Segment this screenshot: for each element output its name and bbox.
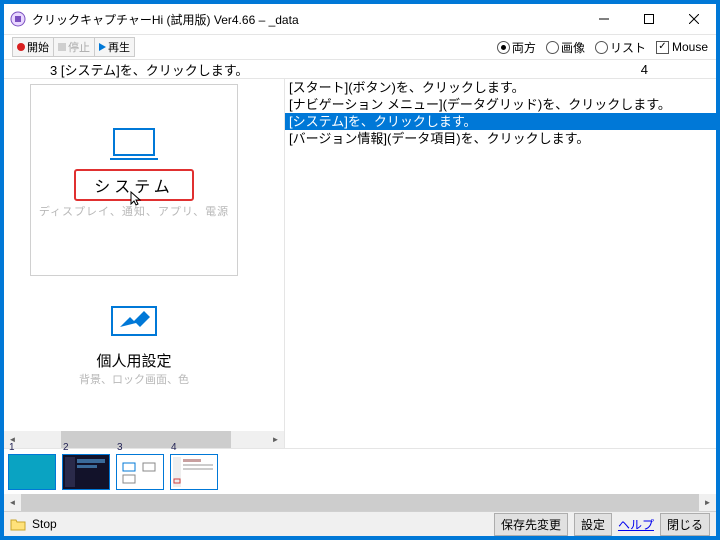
tile-title: 個人用設定 bbox=[20, 350, 248, 371]
thumbnail[interactable]: 1 bbox=[8, 454, 56, 490]
maximize-button[interactable] bbox=[626, 4, 671, 34]
body: システム ディスプレイ、通知、アプリ、電源 個人用設定 背景、ロック画面、色 ◄ bbox=[4, 79, 716, 448]
check-icon: ✓ bbox=[656, 41, 669, 54]
start-button[interactable]: 開始 bbox=[12, 37, 54, 57]
thumbnail[interactable]: 3 bbox=[116, 454, 164, 490]
thumbnail-row[interactable]: 1 2 3 4 bbox=[4, 449, 716, 494]
tile-title: システム bbox=[94, 173, 174, 197]
list-item[interactable]: [システム]を、クリックします。 bbox=[285, 113, 716, 130]
radio-icon bbox=[546, 41, 559, 54]
app-icon bbox=[10, 11, 26, 27]
folder-icon bbox=[10, 517, 26, 531]
step-header: 3 [システム]を、クリックします。 4 bbox=[4, 60, 716, 79]
minimize-button[interactable] bbox=[581, 4, 626, 34]
scroll-right-icon[interactable]: ► bbox=[267, 431, 284, 448]
play-icon bbox=[99, 43, 106, 51]
radio-list[interactable]: リスト bbox=[595, 39, 646, 56]
window-title: クリックキャプチャーHi (試用版) Ver4.66 – _data bbox=[32, 11, 581, 28]
settings-button[interactable]: 設定 bbox=[574, 513, 612, 536]
strip-hscrollbar[interactable]: ◄ ► bbox=[4, 494, 716, 511]
preview-area[interactable]: システム ディスプレイ、通知、アプリ、電源 個人用設定 背景、ロック画面、色 bbox=[4, 79, 284, 431]
thumbnail-strip: 1 2 3 4 ◄ ► bbox=[4, 448, 716, 511]
thumb-preview bbox=[117, 455, 163, 489]
step-index: 3 bbox=[50, 63, 57, 78]
thumbnail[interactable]: 4 bbox=[170, 454, 218, 490]
status-text: Stop bbox=[32, 517, 57, 531]
scroll-left-icon[interactable]: ◄ bbox=[4, 494, 21, 511]
tile-system: システム ディスプレイ、通知、アプリ、電源 bbox=[20, 79, 248, 281]
play-button[interactable]: 再生 bbox=[94, 37, 135, 57]
scroll-right-icon[interactable]: ► bbox=[699, 494, 716, 511]
record-icon bbox=[17, 43, 25, 51]
tile-subtitle: 背景、ロック画面、色 bbox=[20, 371, 248, 387]
window-buttons bbox=[581, 4, 716, 34]
highlight-box: システム bbox=[74, 169, 194, 201]
radio-icon bbox=[595, 41, 608, 54]
help-link[interactable]: ヘルプ bbox=[618, 516, 654, 533]
radio-icon bbox=[497, 41, 510, 54]
brush-icon bbox=[106, 301, 162, 341]
radio-both[interactable]: 両方 bbox=[497, 39, 536, 56]
step-desc: [システム]を、クリックします。 bbox=[61, 63, 249, 78]
step-list[interactable]: [スタート](ボタン)を、クリックします。 [ナビゲーション メニュー](データ… bbox=[285, 79, 716, 448]
app-window: クリックキャプチャーHi (試用版) Ver4.66 – _data 開始 停止… bbox=[0, 0, 720, 540]
list-item[interactable]: [バージョン情報](データ項目)を、クリックします。 bbox=[285, 130, 716, 147]
stop-button[interactable]: 停止 bbox=[53, 37, 95, 57]
titlebar: クリックキャプチャーHi (試用版) Ver4.66 – _data bbox=[4, 4, 716, 35]
preview-hscrollbar[interactable]: ◄ ► bbox=[4, 431, 284, 448]
thumbnail[interactable]: 2 bbox=[62, 454, 110, 490]
preview-panel: システム ディスプレイ、通知、アプリ、電源 個人用設定 背景、ロック画面、色 ◄ bbox=[4, 79, 285, 448]
radio-image[interactable]: 画像 bbox=[546, 39, 585, 56]
tile-subtitle: ディスプレイ、通知、アプリ、電源 bbox=[39, 203, 229, 219]
list-item[interactable]: [ナビゲーション メニュー](データグリッド)を、クリックします。 bbox=[285, 96, 716, 113]
thumb-preview bbox=[171, 455, 217, 489]
save-dest-button[interactable]: 保存先変更 bbox=[494, 513, 568, 536]
close-button[interactable] bbox=[671, 4, 716, 34]
monitor-icon bbox=[106, 125, 162, 165]
step-list-panel: [スタート](ボタン)を、クリックします。 [ナビゲーション メニュー](データ… bbox=[285, 79, 716, 448]
step-count: 4 bbox=[558, 62, 708, 77]
tile-personal: 個人用設定 背景、ロック画面、色 bbox=[20, 301, 248, 387]
statusbar: Stop 保存先変更 設定 ヘルプ 閉じる bbox=[4, 511, 716, 536]
toolbar: 開始 停止 再生 両方 画像 リスト ✓Mouse bbox=[4, 35, 716, 60]
checkbox-mouse[interactable]: ✓Mouse bbox=[656, 40, 708, 54]
list-item[interactable]: [スタート](ボタン)を、クリックします。 bbox=[285, 79, 716, 96]
close-app-button[interactable]: 閉じる bbox=[660, 513, 710, 536]
thumb-preview bbox=[63, 455, 109, 489]
stop-icon bbox=[58, 43, 66, 51]
